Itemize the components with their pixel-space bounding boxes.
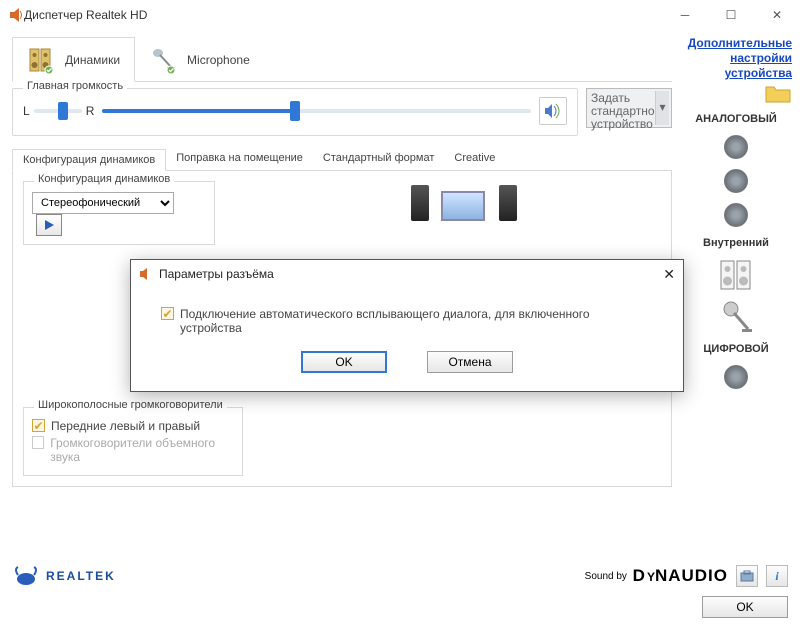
subtab-config[interactable]: Конфигурация динамиков	[12, 149, 166, 171]
maximize-button[interactable]: ☐	[708, 0, 754, 30]
auto-popup-checkbox[interactable]: ✔	[161, 307, 174, 320]
sound-wave-icon	[543, 101, 563, 121]
dynaudio-logo: DYNAUDIO	[627, 566, 728, 586]
tab-microphone[interactable]: Microphone	[135, 37, 264, 82]
dialog-title: Параметры разъёма	[159, 267, 274, 281]
subtab-room[interactable]: Поправка на помещение	[166, 148, 313, 170]
analog-section-label: АНАЛОГОВЫЙ	[680, 113, 792, 125]
test-play-button[interactable]	[36, 214, 62, 236]
dialog-close-button[interactable]: ✕	[663, 266, 675, 283]
speaker-app-icon	[8, 7, 24, 23]
connector-settings-dialog: Параметры разъёма ✕ ✔ Подключение автома…	[130, 259, 684, 392]
analog-port-2[interactable]	[724, 169, 748, 193]
dialog-titlebar: Параметры разъёма ✕	[131, 260, 683, 288]
subtab-creative[interactable]: Creative	[444, 148, 505, 170]
soundby-label: Sound by	[585, 571, 627, 582]
main-volume-title: Главная громкость	[23, 80, 127, 92]
speakers-icon	[27, 45, 57, 75]
balance-slider[interactable]: L R	[23, 104, 94, 118]
internal-section-label: Внутренний	[680, 237, 792, 249]
toolbox-button[interactable]	[736, 565, 758, 587]
dialog-ok-button[interactable]: OK	[301, 351, 387, 373]
window-titlebar: Диспетчер Realtek HD ─ ☐ ✕	[0, 0, 800, 30]
default-device-label: Задать стандартное устройство	[591, 91, 661, 131]
main-ok-button[interactable]: OK	[702, 596, 788, 618]
volume-slider[interactable]	[102, 109, 531, 113]
balance-left-label: L	[23, 104, 30, 118]
analog-port-1[interactable]	[724, 135, 748, 159]
speaker-config-group: Конфигурация динамиков Стереофонический	[23, 181, 215, 245]
folder-icon[interactable]	[764, 81, 792, 105]
surround-label: Громкоговорители объемного звука	[50, 436, 234, 464]
window-title: Диспетчер Realtek HD	[24, 8, 662, 22]
digital-section-label: ЦИФРОВОЙ	[680, 343, 792, 355]
speaker-config-title: Конфигурация динамиков	[34, 173, 174, 185]
digital-port-1[interactable]	[724, 365, 748, 389]
internal-mic-icon[interactable]	[718, 299, 754, 335]
scene-speaker-right[interactable]	[499, 185, 517, 221]
info-icon: i	[775, 569, 778, 584]
dialog-cancel-button[interactable]: Отмена	[427, 351, 513, 373]
config-subtabs: Конфигурация динамиков Поправка на помещ…	[12, 148, 672, 171]
scene-speaker-left[interactable]	[411, 185, 429, 221]
footer: REALTEK Sound by DYNAUDIO i	[12, 558, 788, 594]
realtek-crab-icon	[12, 565, 40, 587]
surround-checkbox	[32, 436, 44, 449]
scene-monitor	[441, 191, 485, 221]
toolbox-icon	[740, 569, 754, 583]
default-device-dropdown[interactable]: Задать стандартное устройство ▾	[586, 88, 672, 128]
subtab-format[interactable]: Стандартный формат	[313, 148, 444, 170]
analog-port-3[interactable]	[724, 203, 748, 227]
internal-speakers-icon[interactable]	[718, 257, 754, 293]
speaker-app-icon	[139, 267, 153, 281]
advanced-settings-link[interactable]: Дополнительные настройки устройства	[680, 36, 792, 81]
balance-right-label: R	[86, 104, 95, 118]
realtek-text: REALTEK	[46, 569, 116, 583]
tab-speakers[interactable]: Динамики	[12, 37, 135, 82]
front-lr-checkbox[interactable]: ✔	[32, 419, 45, 432]
info-button[interactable]: i	[766, 565, 788, 587]
device-tabs: Динамики Microphone	[12, 36, 672, 82]
play-icon	[43, 219, 55, 231]
tab-speakers-label: Динамики	[65, 53, 120, 67]
speaker-config-select[interactable]: Стереофонический	[32, 192, 174, 214]
auto-popup-label: Подключение автоматического всплывающего…	[180, 307, 653, 335]
wideband-group: Широкополосные громкоговорители ✔ Передн…	[23, 407, 243, 476]
minimize-button[interactable]: ─	[662, 0, 708, 30]
chevron-down-icon: ▾	[655, 91, 669, 125]
realtek-logo: REALTEK	[12, 565, 116, 587]
microphone-icon	[149, 45, 179, 75]
front-lr-label: Передние левый и правый	[51, 419, 200, 433]
main-volume-group: Главная громкость L R	[12, 88, 578, 136]
mute-button[interactable]	[539, 97, 567, 125]
tab-microphone-label: Microphone	[187, 53, 250, 67]
wideband-title: Широкополосные громкоговорители	[34, 399, 227, 411]
close-button[interactable]: ✕	[754, 0, 800, 30]
